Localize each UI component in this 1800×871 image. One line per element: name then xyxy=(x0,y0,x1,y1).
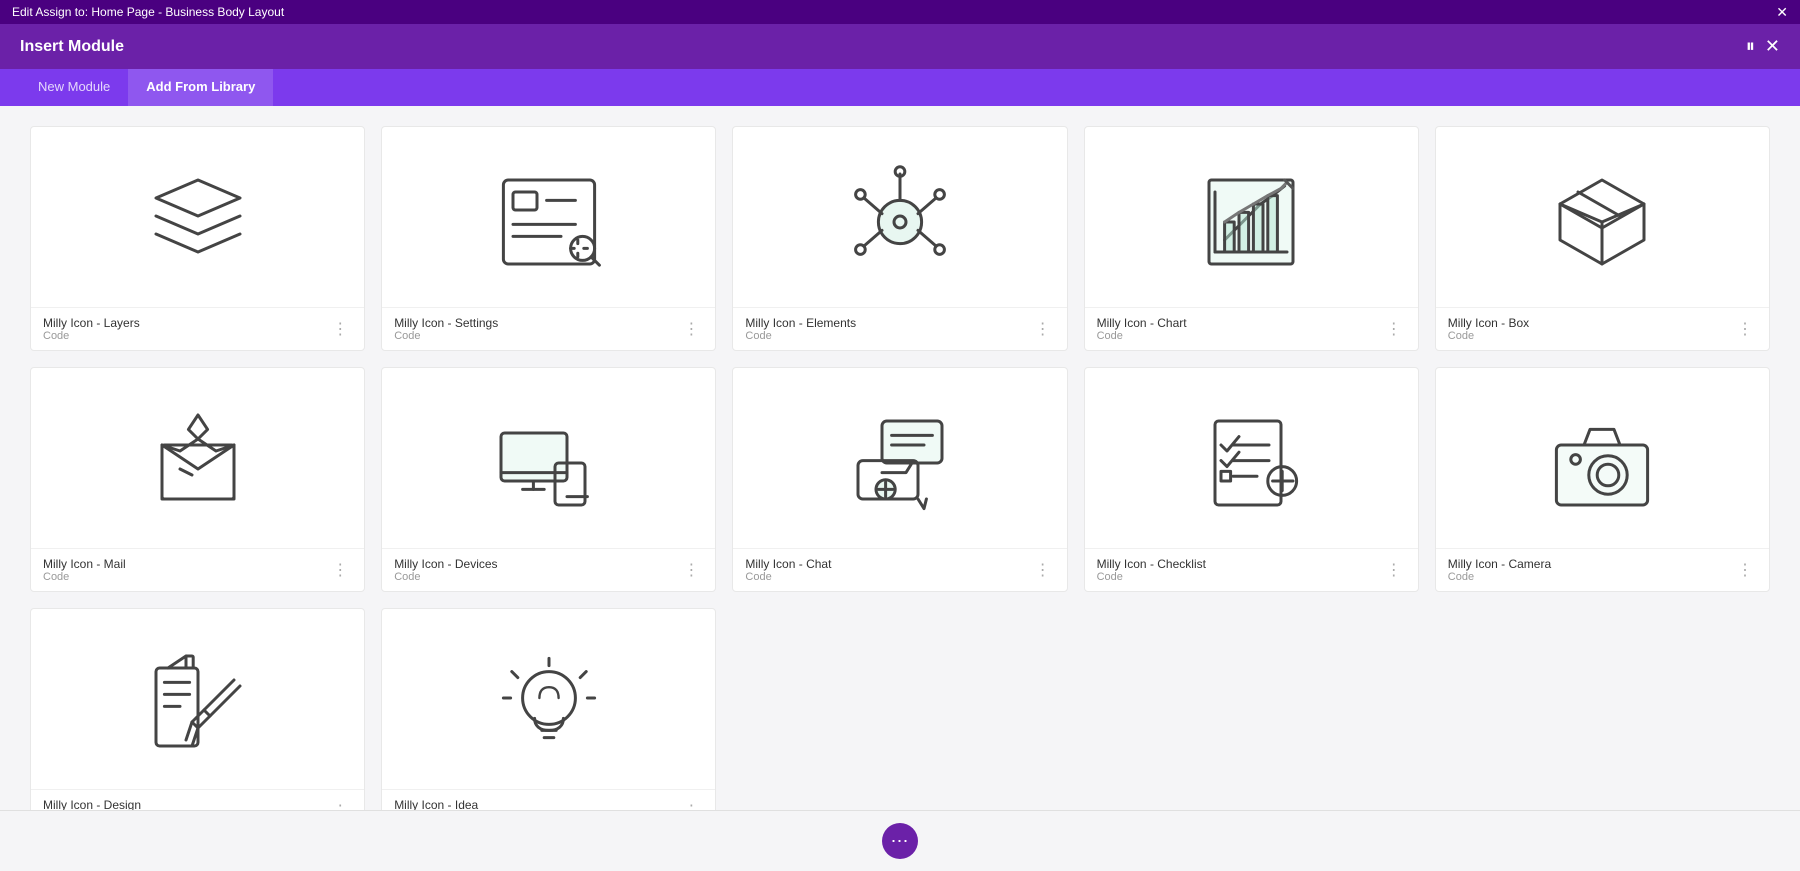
card-name-elements: Milly Icon - Elements xyxy=(745,316,856,330)
card-menu-elements[interactable]: ⋮ xyxy=(1031,317,1055,341)
tab-add-from-library[interactable]: Add From Library xyxy=(128,69,273,106)
modal-close-icon[interactable]: ✕ xyxy=(1765,36,1780,57)
card-name-settings: Milly Icon - Settings xyxy=(394,316,498,330)
card-elements[interactable]: Milly Icon - Elements Code ⋮ xyxy=(732,126,1067,351)
card-layers[interactable]: Milly Icon - Layers Code ⋮ xyxy=(30,126,365,351)
card-name-box: Milly Icon - Box xyxy=(1448,316,1529,330)
card-menu-box[interactable]: ⋮ xyxy=(1733,317,1757,341)
title-bar: Edit Assign to: Home Page - Business Bod… xyxy=(0,0,1800,24)
card-info-settings: Milly Icon - Settings Code xyxy=(394,316,498,342)
card-name-idea: Milly Icon - Idea xyxy=(394,798,478,810)
more-icon: ⋯ xyxy=(891,831,910,852)
card-icon-area-box xyxy=(1436,127,1769,307)
card-footer-layers: Milly Icon - Layers Code ⋮ xyxy=(31,307,364,350)
card-box[interactable]: Milly Icon - Box Code ⋮ xyxy=(1435,126,1770,351)
bottom-bar: ⋯ xyxy=(0,810,1800,871)
card-footer-chat: Milly Icon - Chat Code ⋮ xyxy=(733,548,1066,591)
card-type-camera: Code xyxy=(1448,571,1551,583)
card-footer-elements: Milly Icon - Elements Code ⋮ xyxy=(733,307,1066,350)
card-chart[interactable]: Milly Icon - Chart Code ⋮ xyxy=(1084,126,1419,351)
card-info-checklist: Milly Icon - Checklist Code xyxy=(1097,557,1206,583)
modal-header: Insert Module ⏸ ✕ xyxy=(0,24,1800,69)
card-type-checklist: Code xyxy=(1097,571,1206,583)
card-settings[interactable]: Milly Icon - Settings Code ⋮ xyxy=(381,126,716,351)
card-type-layers: Code xyxy=(43,330,140,342)
card-menu-chat[interactable]: ⋮ xyxy=(1031,558,1055,582)
card-type-box: Code xyxy=(1448,330,1529,342)
card-info-chart: Milly Icon - Chart Code xyxy=(1097,316,1187,342)
card-icon-area-settings xyxy=(382,127,715,307)
card-design[interactable]: Milly Icon - Design Code ⋮ xyxy=(30,608,365,810)
card-name-checklist: Milly Icon - Checklist xyxy=(1097,557,1206,571)
card-info-design: Milly Icon - Design Code xyxy=(43,798,141,810)
card-footer-settings: Milly Icon - Settings Code ⋮ xyxy=(382,307,715,350)
title-bar-close[interactable]: ✕ xyxy=(1776,4,1788,21)
modal-header-actions: ⏸ ✕ xyxy=(1746,36,1780,57)
card-type-elements: Code xyxy=(745,330,856,342)
card-info-elements: Milly Icon - Elements Code xyxy=(745,316,856,342)
card-footer-chart: Milly Icon - Chart Code ⋮ xyxy=(1085,307,1418,350)
card-idea[interactable]: Milly Icon - Idea Code ⋮ xyxy=(381,608,716,810)
card-footer-box: Milly Icon - Box Code ⋮ xyxy=(1436,307,1769,350)
card-name-chart: Milly Icon - Chart xyxy=(1097,316,1187,330)
card-type-mail: Code xyxy=(43,571,126,583)
card-footer-mail: Milly Icon - Mail Code ⋮ xyxy=(31,548,364,591)
card-info-devices: Milly Icon - Devices Code xyxy=(394,557,497,583)
card-icon-area-checklist xyxy=(1085,368,1418,548)
more-button[interactable]: ⋯ xyxy=(882,823,918,859)
card-devices[interactable]: Milly Icon - Devices Code ⋮ xyxy=(381,367,716,592)
card-menu-design[interactable]: ⋮ xyxy=(328,799,352,810)
card-type-chart: Code xyxy=(1097,330,1187,342)
card-footer-devices: Milly Icon - Devices Code ⋮ xyxy=(382,548,715,591)
card-menu-settings[interactable]: ⋮ xyxy=(679,317,703,341)
card-menu-chart[interactable]: ⋮ xyxy=(1382,317,1406,341)
card-name-layers: Milly Icon - Layers xyxy=(43,316,140,330)
card-info-camera: Milly Icon - Camera Code xyxy=(1448,557,1551,583)
card-menu-idea[interactable]: ⋮ xyxy=(679,799,703,810)
card-type-settings: Code xyxy=(394,330,498,342)
card-icon-area-layers xyxy=(31,127,364,307)
card-footer-checklist: Milly Icon - Checklist Code ⋮ xyxy=(1085,548,1418,591)
tab-new-module[interactable]: New Module xyxy=(20,69,128,106)
card-type-chat: Code xyxy=(745,571,831,583)
pause-icon[interactable]: ⏸ xyxy=(1746,36,1755,57)
card-menu-devices[interactable]: ⋮ xyxy=(679,558,703,582)
card-checklist[interactable]: Milly Icon - Checklist Code ⋮ xyxy=(1084,367,1419,592)
title-bar-text: Edit Assign to: Home Page - Business Bod… xyxy=(12,5,284,19)
card-menu-layers[interactable]: ⋮ xyxy=(328,317,352,341)
card-footer-camera: Milly Icon - Camera Code ⋮ xyxy=(1436,548,1769,591)
card-name-devices: Milly Icon - Devices xyxy=(394,557,497,571)
card-info-layers: Milly Icon - Layers Code xyxy=(43,316,140,342)
tabs-bar: New Module Add From Library xyxy=(0,69,1800,106)
card-icon-area-camera xyxy=(1436,368,1769,548)
card-name-mail: Milly Icon - Mail xyxy=(43,557,126,571)
card-icon-area-chat xyxy=(733,368,1066,548)
card-icon-area-elements xyxy=(733,127,1066,307)
card-info-idea: Milly Icon - Idea Code xyxy=(394,798,478,810)
card-icon-area-mail xyxy=(31,368,364,548)
card-icon-area-idea xyxy=(382,609,715,789)
module-grid: Milly Icon - Layers Code ⋮ Milly Icon - … xyxy=(30,126,1770,810)
card-info-box: Milly Icon - Box Code xyxy=(1448,316,1529,342)
card-name-camera: Milly Icon - Camera xyxy=(1448,557,1551,571)
card-mail[interactable]: Milly Icon - Mail Code ⋮ xyxy=(30,367,365,592)
card-icon-area-chart xyxy=(1085,127,1418,307)
card-icon-area-devices xyxy=(382,368,715,548)
card-info-mail: Milly Icon - Mail Code xyxy=(43,557,126,583)
card-icon-area-design xyxy=(31,609,364,789)
card-info-chat: Milly Icon - Chat Code xyxy=(745,557,831,583)
card-menu-mail[interactable]: ⋮ xyxy=(328,558,352,582)
card-menu-camera[interactable]: ⋮ xyxy=(1733,558,1757,582)
content-area[interactable]: Milly Icon - Layers Code ⋮ Milly Icon - … xyxy=(0,106,1800,810)
card-menu-checklist[interactable]: ⋮ xyxy=(1382,558,1406,582)
modal-title: Insert Module xyxy=(20,38,124,56)
card-footer-design: Milly Icon - Design Code ⋮ xyxy=(31,789,364,810)
card-chat[interactable]: Milly Icon - Chat Code ⋮ xyxy=(732,367,1067,592)
card-footer-idea: Milly Icon - Idea Code ⋮ xyxy=(382,789,715,810)
card-name-chat: Milly Icon - Chat xyxy=(745,557,831,571)
card-name-design: Milly Icon - Design xyxy=(43,798,141,810)
card-type-devices: Code xyxy=(394,571,497,583)
modal: Insert Module ⏸ ✕ New Module Add From Li… xyxy=(0,24,1800,871)
card-camera[interactable]: Milly Icon - Camera Code ⋮ xyxy=(1435,367,1770,592)
